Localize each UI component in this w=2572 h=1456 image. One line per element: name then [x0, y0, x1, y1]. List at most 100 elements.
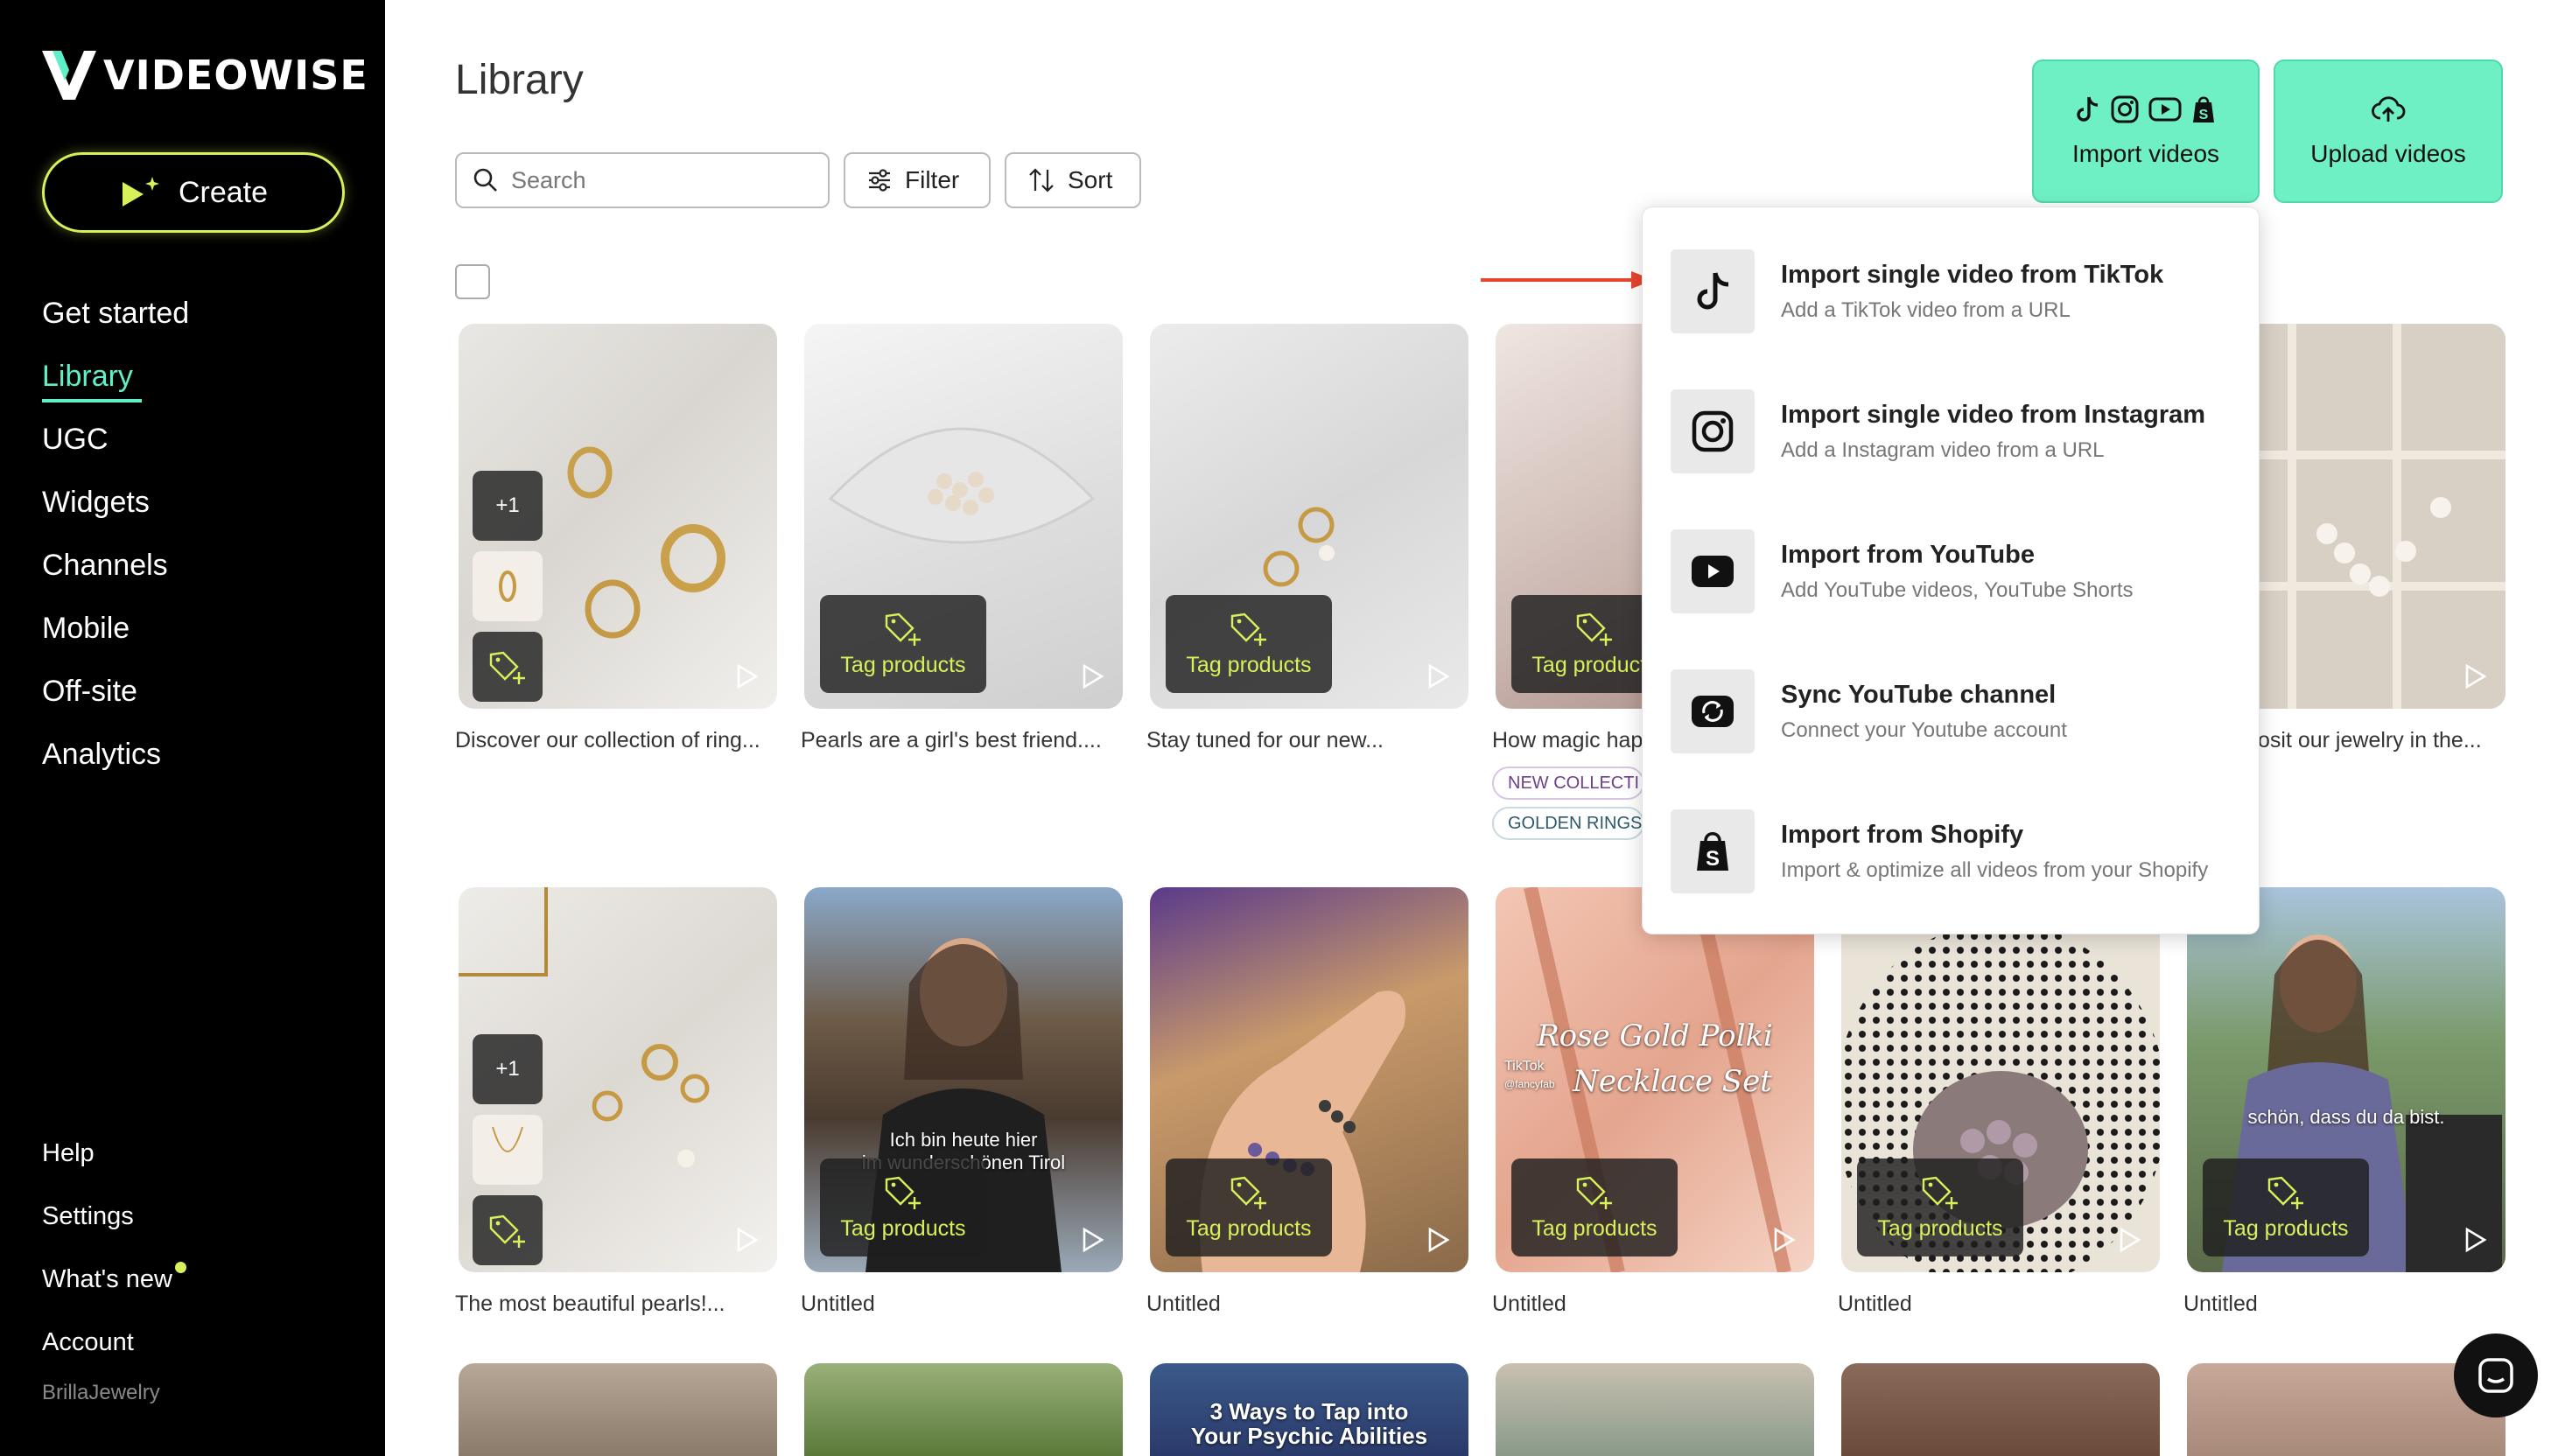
page-title: Library: [455, 57, 584, 103]
tag-add-tile[interactable]: [473, 1195, 543, 1265]
video-card[interactable]: [804, 1363, 1123, 1456]
video-card[interactable]: Tag products: [804, 324, 1123, 709]
play-icon[interactable]: [1425, 663, 1451, 690]
chat-launcher-button[interactable]: [2454, 1334, 2538, 1418]
video-card[interactable]: Ich bin heute hier im wunderschönen Tiro…: [804, 887, 1123, 1272]
video-title[interactable]: Pearls are a girl's best friend....: [801, 728, 1102, 753]
filter-button[interactable]: Filter: [844, 152, 991, 208]
video-title[interactable]: Untitled: [2183, 1292, 2258, 1317]
play-icon[interactable]: [2462, 663, 2488, 690]
tag-products-button[interactable]: Tag products: [1166, 1158, 1332, 1256]
import-videos-button[interactable]: S Import videos: [2032, 60, 2260, 203]
tag-plus-icon: [885, 1176, 921, 1209]
video-title[interactable]: The most beautiful pearls!...: [455, 1292, 725, 1317]
tag-products-button[interactable]: Tag products: [1166, 595, 1332, 693]
tiktok-icon: [1671, 249, 1755, 333]
video-card[interactable]: 3 Ways to Tap into Your Psychic Abilitie…: [1150, 1363, 1468, 1456]
video-card[interactable]: Tag products: [1150, 887, 1468, 1272]
stack-count[interactable]: +1: [473, 1034, 543, 1104]
search-input[interactable]: [511, 166, 809, 194]
tag-add-tile[interactable]: [473, 632, 543, 702]
video-card[interactable]: [1496, 1363, 1814, 1456]
nav-widgets[interactable]: Widgets: [42, 471, 189, 534]
nav-whats-new[interactable]: What's new: [42, 1248, 186, 1311]
tag-products-button[interactable]: Tag products: [820, 595, 986, 693]
stack-count[interactable]: +1: [473, 471, 543, 541]
tag-products-label: Tag products: [1186, 652, 1312, 677]
video-overlay-text: 3 Ways to Tap into: [1209, 1398, 1409, 1424]
video-card[interactable]: +1: [459, 887, 777, 1272]
play-icon[interactable]: [733, 663, 760, 690]
nav-ugc[interactable]: UGC: [42, 408, 189, 471]
nav-account[interactable]: Account: [42, 1311, 134, 1374]
video-card[interactable]: Rose Gold Polki Necklace Set TikTok @fan…: [1496, 887, 1814, 1272]
nav-settings[interactable]: Settings: [42, 1185, 134, 1248]
tag-products-label: Tag products: [1531, 1215, 1657, 1241]
nav-mobile[interactable]: Mobile: [42, 597, 189, 660]
play-icon[interactable]: [1425, 1227, 1451, 1253]
video-title[interactable]: Untitled: [1492, 1292, 1566, 1317]
search-box[interactable]: [455, 152, 830, 208]
nav-library[interactable]: Library: [42, 345, 189, 408]
tag-products-button[interactable]: Tag products: [820, 1158, 986, 1256]
play-icon[interactable]: [1079, 1227, 1105, 1253]
brand-name: VIDEOWISE: [103, 52, 368, 99]
nav-help[interactable]: Help: [42, 1122, 95, 1185]
product-stack: +1: [473, 1034, 543, 1265]
tag-products-label: Tag products: [2223, 1215, 2349, 1241]
menu-import-tiktok[interactable]: Import single video from TikTok Add a Tik…: [1671, 248, 2239, 335]
product-thumbnail: [473, 551, 543, 621]
menu-import-youtube[interactable]: Import from YouTube Add YouTube videos, Y…: [1671, 528, 2239, 615]
tag-products-label: Tag products: [1186, 1215, 1312, 1241]
tag-plus-icon: [489, 651, 525, 684]
nav-analytics[interactable]: Analytics: [42, 723, 189, 786]
menu-import-instagram[interactable]: Import single video from Instagram Add a …: [1671, 388, 2239, 475]
video-card[interactable]: Tag products: [1841, 887, 2160, 1272]
tag-pill[interactable]: NEW COLLECTI: [1492, 766, 1644, 800]
tag-products-label: Tag products: [840, 652, 966, 677]
video-title[interactable]: Untitled: [1146, 1292, 1221, 1317]
tag-products-button[interactable]: Tag products: [1857, 1158, 2023, 1256]
red-arrow-annotation: [1481, 271, 1654, 289]
menu-item-title: Import single video from TikTok: [1781, 260, 2164, 289]
video-title[interactable]: How magic hap: [1492, 728, 1643, 753]
video-title[interactable]: Untitled: [801, 1292, 875, 1317]
import-videos-label: Import videos: [2071, 140, 2220, 167]
menu-item-subtitle: Add a Instagram video from a URL: [1781, 438, 2105, 462]
sort-button[interactable]: Sort: [1005, 152, 1141, 208]
video-card[interactable]: [459, 1363, 777, 1456]
tag-products-button[interactable]: Tag products: [1511, 1158, 1678, 1256]
play-icon[interactable]: [2116, 1227, 2142, 1253]
videowise-logo-icon: [42, 51, 96, 100]
video-title[interactable]: Discover our collection of ring...: [455, 728, 760, 753]
menu-item-subtitle: Add a TikTok video from a URL: [1781, 298, 2071, 322]
play-icon[interactable]: [733, 1227, 760, 1253]
video-card[interactable]: Tag products: [1150, 324, 1468, 709]
nav-off-site[interactable]: Off-site: [42, 660, 189, 723]
tag-pill[interactable]: GOLDEN RINGS: [1492, 807, 1644, 840]
tag-products-button[interactable]: Tag products: [2203, 1158, 2369, 1256]
video-title[interactable]: Stay tuned for our new...: [1146, 728, 1384, 753]
nav-get-started[interactable]: Get started: [42, 282, 189, 345]
upload-videos-button[interactable]: Upload videos: [2274, 60, 2503, 203]
create-button[interactable]: Create: [42, 152, 345, 233]
tag-plus-icon: [489, 1214, 525, 1248]
video-card[interactable]: +1: [459, 324, 777, 709]
video-card[interactable]: [1841, 1363, 2160, 1456]
sync-icon: [1671, 669, 1755, 753]
video-title[interactable]: osit our jewelry in the...: [2258, 728, 2482, 753]
bottom-nav: Help Settings What's new Account: [42, 1122, 186, 1374]
sort-arrows-icon: [1029, 168, 1054, 192]
nav-channels[interactable]: Channels: [42, 534, 189, 597]
menu-import-shopify[interactable]: S Import from Shopify Import & optimize a…: [1671, 808, 2239, 895]
video-title[interactable]: Untitled: [1838, 1292, 1912, 1317]
menu-sync-youtube[interactable]: Sync YouTube channel Connect your Youtube…: [1671, 668, 2239, 755]
tag-plus-icon: [1576, 612, 1612, 646]
tag-plus-icon: [1230, 1176, 1266, 1209]
play-icon[interactable]: [2462, 1227, 2488, 1253]
video-card[interactable]: schön, dass du da bist. Tag products: [2187, 887, 2505, 1272]
select-all-checkbox[interactable]: [455, 264, 490, 299]
play-icon[interactable]: [1770, 1227, 1797, 1253]
logo[interactable]: VIDEOWISE: [42, 51, 368, 100]
play-icon[interactable]: [1079, 663, 1105, 690]
